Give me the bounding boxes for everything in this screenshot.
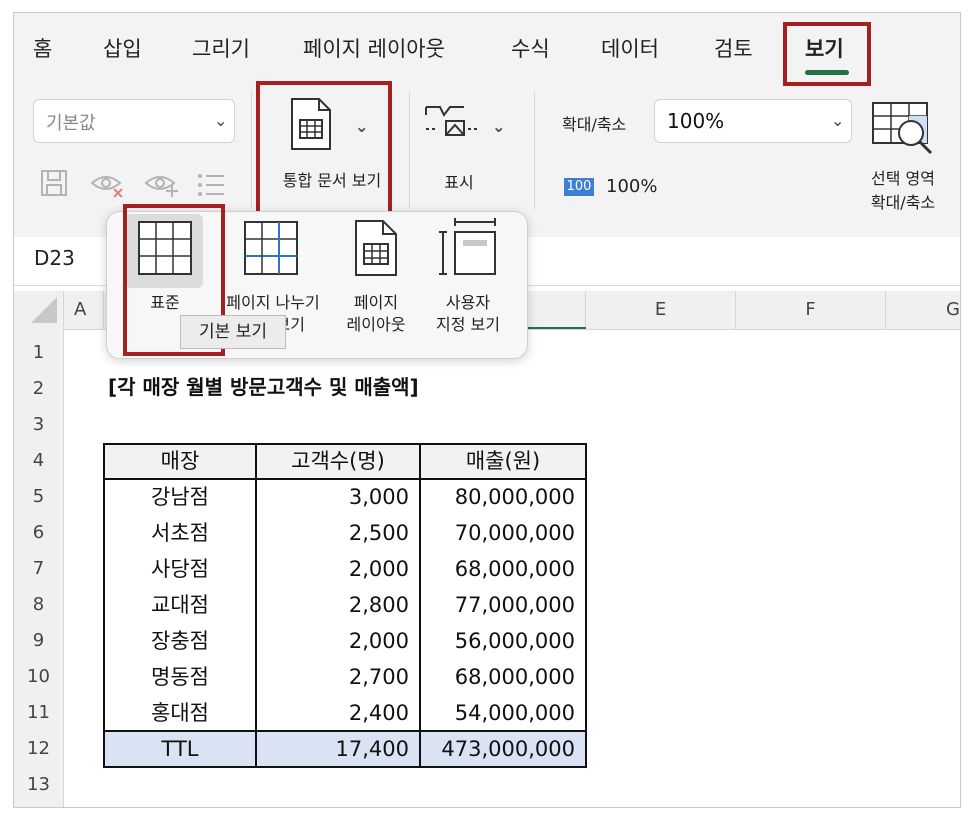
sheet-view-dropdown-value: 기본값 bbox=[46, 113, 96, 134]
zoom-label: 확대/축소 bbox=[562, 115, 627, 134]
row-header[interactable]: 5 bbox=[14, 479, 64, 515]
select-all-corner[interactable] bbox=[14, 291, 64, 329]
zoom-to-selection-icon bbox=[872, 102, 933, 155]
zoom-100-label: 100% bbox=[606, 176, 658, 197]
table-header-customers[interactable]: 고객수(명) bbox=[257, 443, 419, 479]
sales-cell[interactable]: 70,000,000 bbox=[421, 515, 585, 551]
highlight-workbook-views bbox=[256, 81, 392, 215]
excel-window: 홈 삽입 그리기 페이지 레이아웃 수식 데이터 검토 보기 기본값 ⌄ ⌄ 통… bbox=[13, 12, 961, 808]
zoom-100-icon: 100 bbox=[564, 178, 594, 196]
chevron-down-icon: ⌄ bbox=[214, 111, 228, 130]
zoom-dropdown[interactable]: 100% ⌄ bbox=[654, 99, 852, 143]
name-box[interactable]: D23 bbox=[34, 246, 75, 270]
page-layout-icon bbox=[355, 220, 397, 276]
page-break-preview-label-line1: 페이지 나누기 bbox=[226, 293, 320, 312]
tab-formulas[interactable]: 수식 bbox=[511, 33, 550, 63]
show-eye-icon[interactable] bbox=[144, 171, 180, 199]
row-header[interactable]: 7 bbox=[14, 551, 64, 587]
separator bbox=[534, 91, 535, 209]
customers-cell[interactable]: 2,700 bbox=[257, 659, 419, 695]
customers-cell[interactable]: 2,000 bbox=[257, 551, 419, 587]
hide-eye-icon[interactable] bbox=[90, 171, 126, 199]
customers-cell[interactable]: 3,000 bbox=[257, 479, 419, 515]
row-header[interactable]: 8 bbox=[14, 587, 64, 623]
page-layout-label-line1: 페이지 bbox=[353, 293, 399, 312]
store-cell[interactable]: 강남점 bbox=[105, 479, 255, 515]
table-border bbox=[585, 443, 587, 768]
tab-data[interactable]: 데이터 bbox=[601, 33, 659, 63]
normal-view-tooltip: 기본 보기 bbox=[180, 315, 286, 349]
total-sales-cell[interactable]: 473,000,000 bbox=[421, 731, 585, 767]
zoom-to-selection-label-line1: 선택 영역 bbox=[871, 169, 935, 188]
row-header[interactable]: 11 bbox=[14, 695, 64, 731]
show-gridlines-icon bbox=[425, 106, 480, 136]
save-view-icon[interactable] bbox=[39, 168, 69, 198]
chevron-down-icon: ⌄ bbox=[831, 111, 845, 130]
column-header-a[interactable]: A bbox=[64, 291, 104, 329]
store-cell[interactable]: 사당점 bbox=[105, 551, 255, 587]
row-header[interactable]: 4 bbox=[14, 443, 64, 479]
store-cell[interactable]: 명동점 bbox=[105, 659, 255, 695]
tab-page-layout[interactable]: 페이지 레이아웃 bbox=[303, 33, 445, 63]
options-list-icon[interactable] bbox=[196, 171, 226, 199]
custom-views-label-line2: 지정 보기 bbox=[436, 315, 500, 334]
sales-cell[interactable]: 80,000,000 bbox=[421, 479, 585, 515]
column-header-g[interactable]: G bbox=[886, 291, 960, 329]
row-header[interactable]: 1 bbox=[14, 335, 64, 371]
row-header[interactable]: 12 bbox=[14, 731, 64, 767]
sales-cell[interactable]: 77,000,000 bbox=[421, 587, 585, 623]
customers-cell[interactable]: 2,800 bbox=[257, 587, 419, 623]
row-header[interactable]: 13 bbox=[14, 767, 64, 803]
chevron-down-icon: ⌄ bbox=[492, 117, 506, 136]
column-header-e[interactable]: E bbox=[586, 291, 736, 329]
row-header[interactable]: 2 bbox=[14, 371, 64, 407]
custom-views-icon bbox=[439, 218, 496, 275]
separator bbox=[251, 91, 252, 209]
row-header-spacer bbox=[14, 329, 64, 335]
row-header[interactable]: 6 bbox=[14, 515, 64, 551]
tab-insert[interactable]: 삽입 bbox=[103, 33, 142, 63]
table-header-store[interactable]: 매장 bbox=[105, 443, 255, 479]
customers-cell[interactable]: 2,000 bbox=[257, 623, 419, 659]
tab-draw[interactable]: 그리기 bbox=[192, 33, 250, 63]
store-cell[interactable]: 홍대점 bbox=[105, 695, 255, 731]
total-customers-cell[interactable]: 17,400 bbox=[257, 731, 419, 767]
customers-cell[interactable]: 2,500 bbox=[257, 515, 419, 551]
store-cell[interactable]: 서초점 bbox=[105, 515, 255, 551]
tab-home[interactable]: 홈 bbox=[33, 33, 52, 63]
zoom-dropdown-value: 100% bbox=[667, 109, 725, 133]
sheet-view-dropdown[interactable]: 기본값 ⌄ bbox=[33, 99, 235, 143]
tab-review[interactable]: 검토 bbox=[714, 33, 753, 63]
sales-cell[interactable]: 68,000,000 bbox=[421, 551, 585, 587]
store-cell[interactable]: 교대점 bbox=[105, 587, 255, 623]
row-header[interactable]: 9 bbox=[14, 623, 64, 659]
table-header-sales[interactable]: 매출(원) bbox=[421, 443, 585, 479]
custom-views-label-line1: 사용자 bbox=[445, 293, 491, 312]
show-label: 표시 bbox=[444, 173, 474, 192]
column-header-f[interactable]: F bbox=[736, 291, 886, 329]
total-label-cell[interactable]: TTL bbox=[105, 731, 255, 767]
store-cell[interactable]: 장충점 bbox=[105, 623, 255, 659]
customers-cell[interactable]: 2,400 bbox=[257, 695, 419, 731]
row-header[interactable]: 10 bbox=[14, 659, 64, 695]
row-header[interactable]: 3 bbox=[14, 407, 64, 443]
sales-cell[interactable]: 56,000,000 bbox=[421, 623, 585, 659]
separator bbox=[409, 91, 410, 209]
zoom-to-selection-label: 선택 영역 확대/축소 bbox=[848, 167, 958, 215]
row-header-spacer bbox=[14, 803, 64, 807]
sales-cell[interactable]: 68,000,000 bbox=[421, 659, 585, 695]
sales-cell[interactable]: 54,000,000 bbox=[421, 695, 585, 731]
zoom-to-selection-label-line2: 확대/축소 bbox=[870, 193, 936, 212]
highlight-view-tab bbox=[783, 22, 871, 86]
page-break-preview-icon bbox=[244, 221, 298, 275]
page-layout-label-line2: 레이아웃 bbox=[346, 315, 406, 334]
sheet-title[interactable]: [각 매장 월별 방문고객수 및 매출액] bbox=[108, 371, 419, 400]
